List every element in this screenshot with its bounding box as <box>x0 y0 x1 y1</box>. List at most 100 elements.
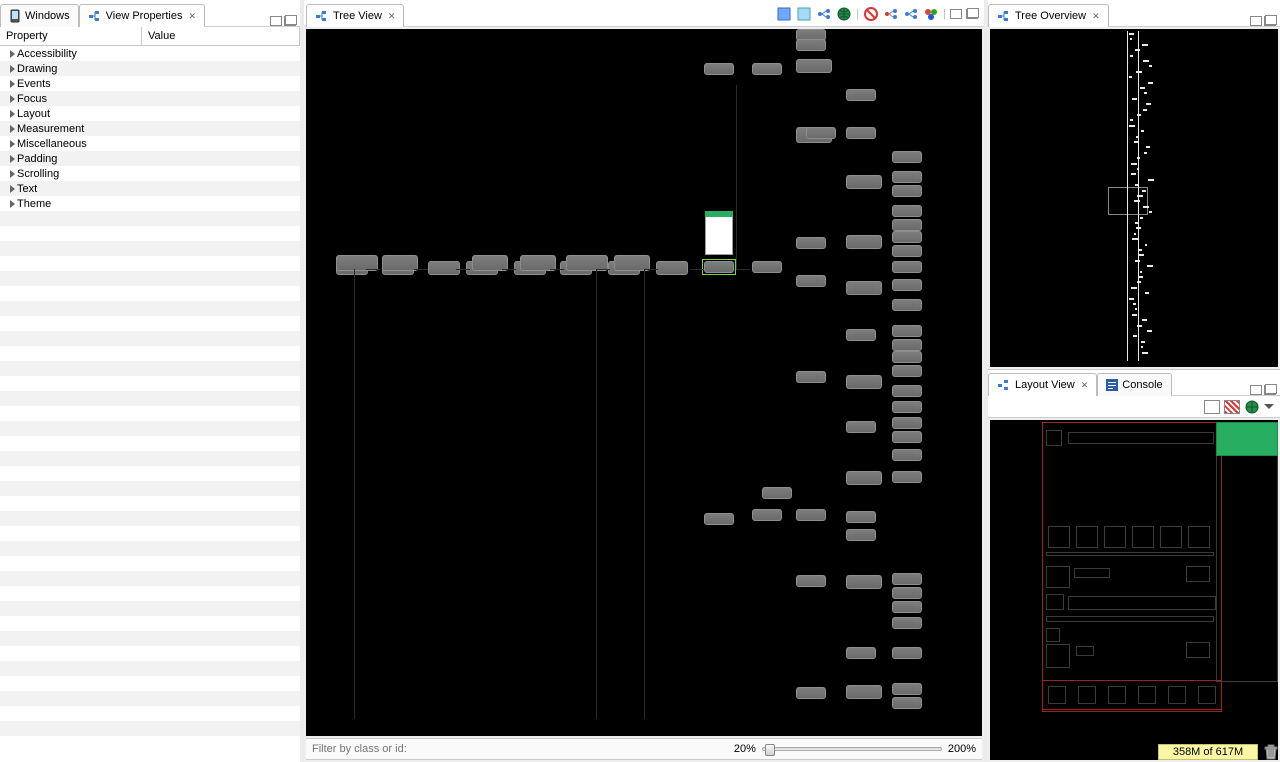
tree-node[interactable] <box>846 375 882 389</box>
property-row[interactable]: Events <box>0 76 300 91</box>
tree-node[interactable] <box>704 513 734 525</box>
layout-box[interactable] <box>1046 566 1070 588</box>
maximize-icon[interactable] <box>966 9 978 19</box>
zoom-slider[interactable] <box>762 747 942 751</box>
layout-box[interactable] <box>1046 430 1062 446</box>
preview-node[interactable] <box>705 211 733 255</box>
property-row[interactable]: Focus <box>0 91 300 106</box>
profile-icon[interactable] <box>923 6 939 22</box>
tree-node[interactable] <box>846 175 882 189</box>
tree-node[interactable] <box>796 575 826 587</box>
layout-box[interactable] <box>1186 642 1210 658</box>
tree-node[interactable] <box>846 471 882 485</box>
maximize-icon[interactable] <box>1264 385 1276 395</box>
close-icon[interactable]: ✕ <box>388 11 396 22</box>
tab-console[interactable]: Console <box>1097 373 1171 396</box>
tree-node[interactable] <box>892 171 922 183</box>
tree-node[interactable] <box>892 417 922 429</box>
tree-node[interactable] <box>846 685 882 699</box>
expand-icon[interactable] <box>10 65 15 73</box>
layout-box[interactable] <box>1076 526 1098 548</box>
layout-box[interactable] <box>1048 686 1066 704</box>
tree-node[interactable] <box>892 365 922 377</box>
property-row[interactable]: Drawing <box>0 61 300 76</box>
property-row[interactable]: Measurement <box>0 121 300 136</box>
tree-node[interactable] <box>752 261 782 273</box>
tree-node[interactable] <box>796 237 826 249</box>
tree-node[interactable] <box>846 127 876 139</box>
maximize-icon[interactable] <box>284 16 296 26</box>
globe-icon[interactable] <box>836 6 852 22</box>
minimize-icon[interactable] <box>1250 16 1262 26</box>
tree-node[interactable] <box>892 697 922 709</box>
property-row[interactable]: Miscellaneous <box>0 136 300 151</box>
tree-node[interactable] <box>846 575 882 589</box>
expand-icon[interactable] <box>10 50 15 58</box>
tree-node[interactable] <box>762 487 792 499</box>
property-row[interactable]: Layout <box>0 106 300 121</box>
expand-icon[interactable] <box>10 80 15 88</box>
layout-box[interactable] <box>1076 646 1094 656</box>
minimize-icon[interactable] <box>950 9 962 19</box>
expand-icon[interactable] <box>10 185 15 193</box>
layout-box-selected[interactable] <box>1216 422 1278 456</box>
column-value[interactable]: Value <box>142 27 300 45</box>
layout-box[interactable] <box>1216 422 1278 682</box>
property-row[interactable]: Padding <box>0 151 300 166</box>
hierarchy-icon[interactable] <box>816 6 832 22</box>
minimize-icon[interactable] <box>1250 385 1262 395</box>
trash-icon[interactable] <box>1264 744 1278 760</box>
expand-icon[interactable] <box>10 200 15 208</box>
tree-node[interactable] <box>806 127 836 139</box>
tree-node[interactable] <box>892 261 922 273</box>
tab-windows[interactable]: Windows <box>0 4 79 27</box>
color-swatch[interactable] <box>1204 400 1220 414</box>
tab-tree-view[interactable]: Tree View ✕ <box>306 4 404 27</box>
globe-icon[interactable] <box>1244 399 1260 415</box>
tree-node[interactable] <box>892 385 922 397</box>
property-row[interactable]: Theme <box>0 196 300 211</box>
expand-icon[interactable] <box>10 155 15 163</box>
layout-box[interactable] <box>1046 594 1064 610</box>
layout-box[interactable] <box>1078 686 1096 704</box>
minimize-icon[interactable] <box>270 16 282 26</box>
layout-box[interactable] <box>1132 526 1154 548</box>
tree-node[interactable] <box>892 219 922 231</box>
tree-node[interactable] <box>796 687 826 699</box>
layout-canvas[interactable] <box>990 420 1278 760</box>
layout-box[interactable] <box>1046 628 1060 642</box>
tree-node[interactable] <box>846 235 882 249</box>
close-icon[interactable]: ✕ <box>1081 380 1089 391</box>
invalidate-icon[interactable] <box>863 6 879 22</box>
layout-box[interactable] <box>1186 566 1210 582</box>
tree-node[interactable] <box>892 431 922 443</box>
close-icon[interactable]: ✕ <box>188 11 196 22</box>
expand-icon[interactable] <box>10 110 15 118</box>
tree-canvas[interactable] <box>306 29 982 736</box>
tree-node[interactable] <box>796 509 826 521</box>
maximize-icon[interactable] <box>1264 16 1276 26</box>
expand-icon[interactable] <box>10 140 15 148</box>
layout-box[interactable] <box>1160 526 1182 548</box>
tree-node[interactable] <box>892 325 922 337</box>
column-property[interactable]: Property <box>0 27 142 45</box>
tree-node[interactable] <box>846 647 876 659</box>
layout-box[interactable] <box>1046 552 1214 556</box>
request-layout-icon[interactable] <box>883 6 899 22</box>
layout-box[interactable] <box>1168 686 1186 704</box>
tree-node[interactable] <box>892 151 922 163</box>
tree-node[interactable] <box>892 617 922 629</box>
expand-icon[interactable] <box>10 95 15 103</box>
tree-node[interactable] <box>892 647 922 659</box>
tree-node[interactable] <box>752 63 782 75</box>
tree-node[interactable] <box>752 509 782 521</box>
expand-icon[interactable] <box>10 170 15 178</box>
tree-node[interactable] <box>892 601 922 613</box>
tree-node[interactable] <box>846 529 876 541</box>
tree-node[interactable] <box>382 255 418 271</box>
tree-node[interactable] <box>846 421 876 433</box>
tree-node[interactable] <box>428 261 460 275</box>
save-layers-icon[interactable] <box>796 6 812 22</box>
layout-box[interactable] <box>1046 616 1214 622</box>
layout-box[interactable] <box>1048 526 1070 548</box>
